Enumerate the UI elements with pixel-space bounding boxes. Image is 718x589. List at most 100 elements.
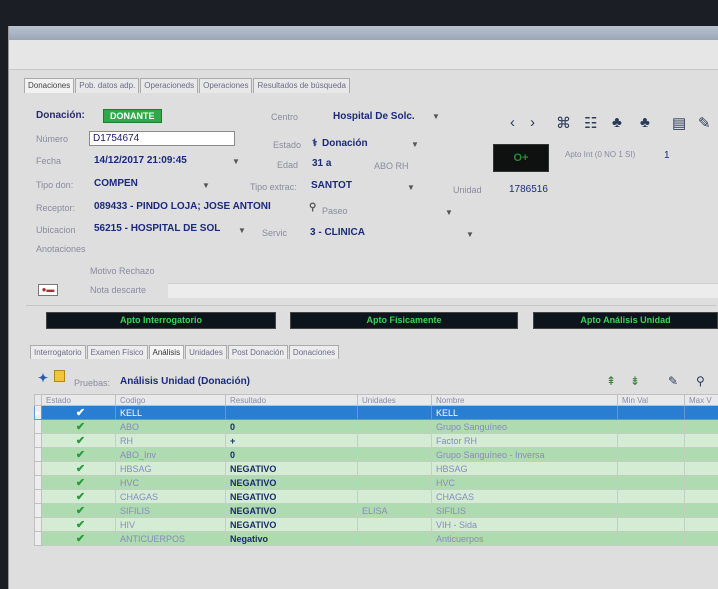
header-estado[interactable]: Estado [41,394,116,406]
cell-resultado[interactable]: NEGATIVO [225,503,358,518]
cell-nombre: Factor RH [431,433,618,448]
check-icon: ✔ [41,433,116,448]
search-icon[interactable]: ⚲ [309,202,316,213]
numero-input[interactable]: D1754674 [89,131,235,146]
centro-label: Centro [271,112,299,122]
chevron-right-icon[interactable]: › [530,114,535,131]
ubicacion-label: Ubicacion [36,225,76,235]
cell-min-val [617,503,685,518]
folder-icon[interactable] [54,370,65,382]
cell-max-val [684,405,718,420]
unidad-value: 1786516 [509,184,548,195]
header-gutter [34,394,42,406]
tipo-don-value[interactable]: COMPEN [94,178,138,189]
tab-examen-fisico[interactable]: Examen Físico [86,345,148,359]
chevron-down-icon[interactable]: ▼ [232,157,240,166]
search-icon[interactable]: ⚲ [696,374,705,388]
chevron-left-icon[interactable]: ‹ [510,114,515,131]
chevron-down-icon[interactable]: ▼ [411,140,419,149]
cell-max-val [684,433,718,448]
cell-codigo: ABO_Inv [115,447,226,462]
table-row[interactable]: ✔ ANTICUERPOS Negativo Anticuerpos [34,531,718,546]
cell-nombre: Grupo Sanguíneo - Inversa [431,447,618,462]
row-indicator [34,489,42,504]
tab-post-donacion[interactable]: Post Donación [227,345,288,359]
table-row[interactable]: ✔ ABO_Inv 0 Grupo Sanguíneo - Inversa [34,447,718,462]
cell-min-val [617,461,685,476]
document-icon[interactable]: ▤ [672,114,686,132]
header-unidades[interactable]: Unidades [357,394,432,406]
cell-max-val [684,475,718,490]
top-toolbar-strip [9,40,718,70]
tab-analisis[interactable]: Análisis [148,345,185,359]
pin-icon[interactable]: ✦ [38,371,48,385]
cell-resultado[interactable]: 0 [225,419,358,434]
header-min-val[interactable]: Min Val [617,394,685,406]
cell-codigo: HBSAG [115,461,226,476]
nota-descarte-field[interactable] [168,283,718,298]
header-codigo[interactable]: Codigo [115,394,226,406]
header-nombre[interactable]: Nombre [431,394,618,406]
chevron-down-icon[interactable]: ▼ [432,112,440,121]
tab-donaciones[interactable]: Donaciones [288,345,340,359]
users-icon[interactable]: ♣ [612,114,622,131]
cell-resultado[interactable]: + [225,433,358,448]
tab-pob-datos[interactable]: Pob. datos adp. [75,78,140,93]
apto-analisis-unidad-bar: Apto Análisis Unidad [533,312,718,329]
pruebas-value[interactable]: Análisis Unidad (Donación) [120,376,250,387]
table-row[interactable]: ✔ HVC NEGATIVO HVC [34,475,718,490]
tab-donaciones[interactable]: Donaciones [24,78,75,93]
cell-resultado[interactable]: NEGATIVO [225,489,358,504]
list-icon[interactable]: ☷ [584,114,597,132]
cell-resultado[interactable]: NEGATIVO [225,461,358,476]
fecha-value[interactable]: 14/12/2017 21:09:45 [94,155,187,166]
servic-value[interactable]: 3 - CLINICA [310,227,365,238]
binoculars-icon[interactable]: ⌘ [556,114,571,132]
row-indicator [34,447,42,462]
table-row[interactable]: ✔ HIV NEGATIVO VIH - Sida [34,517,718,532]
table-row[interactable]: ✔ ABO 0 Grupo Sanguíneo [34,419,718,434]
header-resultado[interactable]: Resultado [225,394,358,406]
sort-desc-icon[interactable]: ⇟ [630,374,640,388]
table-row[interactable]: ✔ SIFILIS NEGATIVO ELISA SIFILIS [34,503,718,518]
users-add-icon[interactable]: ♣ [640,114,650,131]
chevron-down-icon[interactable]: ▼ [407,183,415,192]
header-max-val[interactable]: Max V [684,394,718,406]
chevron-down-icon[interactable]: ▼ [466,230,474,239]
cell-resultado[interactable]: NEGATIVO [225,517,358,532]
card-icon[interactable]: ●▬ [38,284,58,296]
row-indicator [34,461,42,476]
donante-badge: DONANTE [103,109,162,123]
tipo-extrac-value[interactable]: SANTOT [311,180,352,191]
tab-unidades[interactable]: Unidades [185,345,227,359]
centro-value[interactable]: Hospital De Solc. [333,111,415,122]
edit-icon[interactable]: ✎ [698,114,711,132]
receptor-value[interactable]: 089433 - PINDO LOJA; JOSE ANTONI [94,201,271,212]
row-indicator: ▶ [34,405,42,420]
estado-label: Estado [273,140,302,150]
cell-resultado[interactable]: 0 [225,447,358,462]
apto-int-value: 1 [664,150,670,161]
table-row[interactable]: ✔ RH + Factor RH [34,433,718,448]
table-header: Estado Codigo Resultado Unidades Nombre … [34,394,718,406]
cell-resultado[interactable]: NEGATIVO [225,475,358,490]
edit-icon[interactable]: ✎ [668,374,678,388]
cell-resultado[interactable]: Negativo [225,531,358,546]
cell-max-val [684,517,718,532]
tab-interrogatorio[interactable]: Interrogatorio [30,345,86,359]
sort-asc-icon[interactable]: ⇞ [606,374,616,388]
table-row[interactable]: ✔ CHAGAS NEGATIVO CHAGAS [34,489,718,504]
chevron-down-icon[interactable]: ▼ [238,226,246,235]
chevron-down-icon[interactable]: ▼ [202,181,210,190]
cell-codigo: SIFILIS [115,503,226,518]
tab-resultados-busqueda[interactable]: Resultados de búsqueda [253,78,350,93]
tab-operacioneds[interactable]: Operacioneds [140,78,199,93]
estado-value[interactable]: Donación [322,138,368,149]
table-row[interactable]: ▶ ✔ KELL KELL [34,405,718,420]
tab-operaciones[interactable]: Operaciones [199,78,253,93]
ubicacion-value[interactable]: 56215 - HOSPITAL DE SOL [94,223,220,234]
table-row[interactable]: ✔ HBSAG NEGATIVO HBSAG [34,461,718,476]
cell-min-val [617,517,685,532]
cell-resultado[interactable] [225,405,358,420]
chevron-down-icon[interactable]: ▼ [445,208,453,217]
